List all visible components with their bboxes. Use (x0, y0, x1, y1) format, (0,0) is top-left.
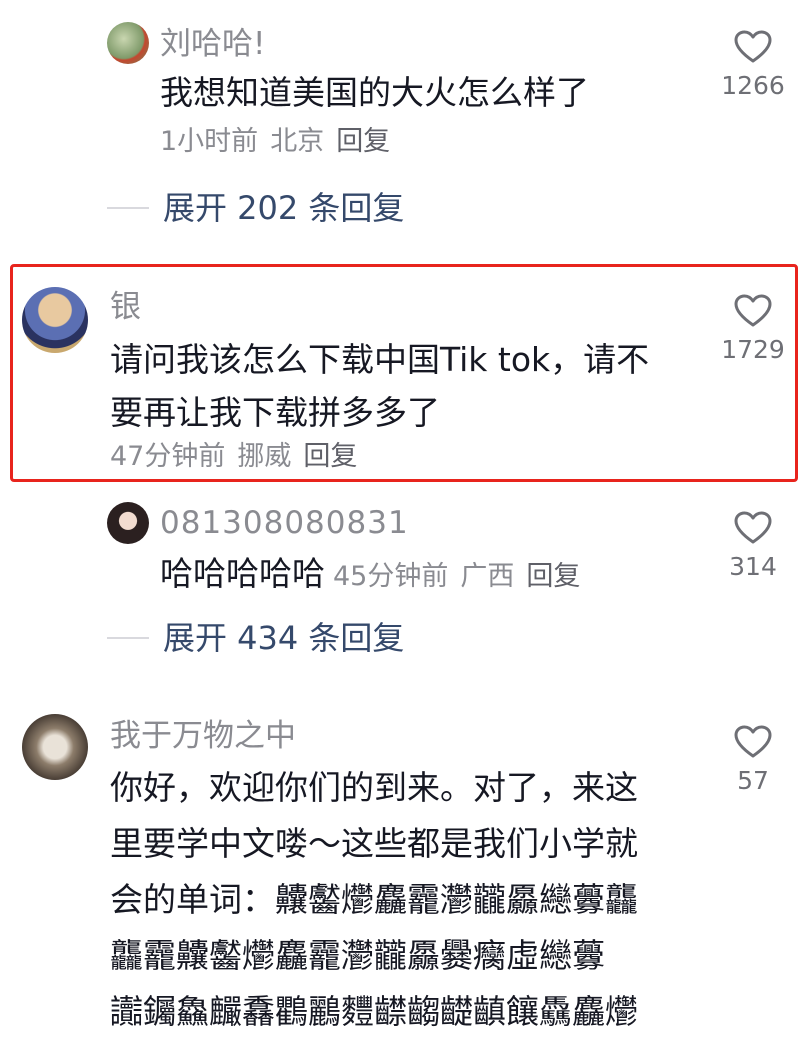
reply-button[interactable]: 回复 (336, 126, 390, 157)
comment-text-line: 要再让我下载拼多多了 (110, 393, 440, 432)
comment-location: 广西 (460, 561, 515, 592)
reply-button[interactable]: 回复 (526, 561, 580, 592)
comment-username[interactable]: 刘哈哈! (160, 26, 265, 62)
like-count: 1266 (721, 71, 785, 100)
comment-text-line: 里要学中文喽～这些都是我们小学就 (110, 824, 638, 863)
comment-text: 你好，欢迎你们的到来。对了，来这 里要学中文喽～这些都是我们小学就 会的单词：齉… (110, 760, 638, 1040)
comment-text-line: 会的单词：齉齾爩麤龗灪龖厵纞虋龘 (110, 880, 638, 919)
expand-replies-button[interactable]: 展开 434 条回复 (107, 618, 404, 658)
comment-body: 哈哈哈哈哈 45分钟前 广西 回复 (160, 548, 580, 606)
avatar[interactable] (22, 287, 88, 353)
comment-time: 1小时前 (160, 126, 259, 157)
expand-replies-label: 展开 202 条回复 (163, 189, 405, 227)
like-count: 314 (729, 552, 777, 581)
comment-text-line: 你好，欢迎你们的到来。对了，来这 (110, 768, 638, 807)
like-count: 1729 (721, 335, 785, 364)
comment-meta: 1小时前 北京 回复 (160, 125, 390, 159)
expand-replies-button[interactable]: 展开 202 条回复 (107, 188, 404, 228)
heart-outline-icon (734, 30, 772, 63)
like-button[interactable]: 57 (718, 725, 788, 797)
comment-text-line: 龘龗齉齾爩麤龗灪龖厵爨癵虛纞虋 (110, 936, 605, 975)
avatar[interactable] (107, 502, 149, 544)
divider (107, 207, 149, 209)
divider (107, 637, 149, 639)
avatar[interactable] (22, 714, 88, 780)
heart-outline-icon (734, 294, 772, 327)
comment-text-line: 请问我该怎么下载中国Tik tok，请不 (110, 340, 650, 379)
expand-replies-label: 展开 434 条回复 (163, 619, 405, 657)
heart-outline-icon (734, 511, 772, 544)
comment-text: 我想知道美国的大火怎么样了 (160, 73, 589, 112)
comment-username[interactable]: 我于万物之中 (110, 718, 296, 754)
comment-meta: 45分钟前 广西 回复 (333, 561, 580, 592)
avatar[interactable] (107, 22, 149, 64)
comment-time: 45分钟前 (333, 561, 449, 592)
like-button[interactable]: 1729 (718, 294, 788, 366)
reply-button[interactable]: 回复 (303, 441, 357, 472)
comment-username[interactable]: 081308080831 (160, 505, 409, 541)
heart-outline-icon (734, 725, 772, 758)
like-button[interactable]: 314 (718, 511, 788, 583)
comment-text: 哈哈哈哈哈 (160, 554, 325, 593)
like-count: 57 (737, 766, 769, 795)
comment-meta: 47分钟前 挪威 回复 (110, 440, 357, 474)
comment-location: 北京 (270, 126, 325, 157)
like-button[interactable]: 1266 (718, 30, 788, 102)
comment-time: 47分钟前 (110, 441, 226, 472)
comment-text-line: 讟钃鱻麣馫鸜鸝麷齽齺齼齻饟驫麤爩 (110, 992, 638, 1031)
comment-location: 挪威 (237, 441, 292, 472)
comment-username[interactable]: 银 (110, 289, 141, 325)
